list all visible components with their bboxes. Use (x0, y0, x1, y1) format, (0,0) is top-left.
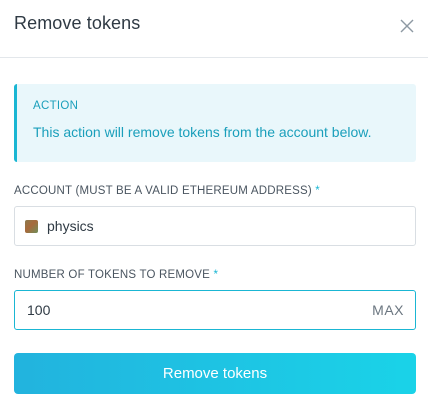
max-button[interactable]: MAX (372, 302, 404, 318)
account-label-text: ACCOUNT (MUST BE A VALID ETHEREUM ADDRES… (14, 185, 312, 197)
required-marker: * (213, 269, 219, 281)
tokens-field-label: NUMBER OF TOKENS TO REMOVE * (14, 269, 218, 281)
tokens-input[interactable]: 100 MAX (14, 290, 416, 330)
account-field[interactable]: physics (14, 206, 416, 246)
required-marker: * (315, 185, 320, 197)
tokens-value[interactable]: 100 (27, 302, 50, 318)
account-value[interactable]: physics (47, 218, 94, 234)
dialog-header: Remove tokens (0, 0, 428, 58)
callout-heading: ACTION (33, 100, 79, 112)
account-field-label: ACCOUNT (MUST BE A VALID ETHEREUM ADDRES… (14, 185, 320, 197)
dialog-title: Remove tokens (14, 13, 141, 33)
callout-message: This action will remove tokens from the … (33, 124, 372, 140)
avatar-icon (25, 220, 38, 233)
action-callout: ACTION This action will remove tokens fr… (14, 84, 416, 162)
tokens-label-text: NUMBER OF TOKENS TO REMOVE (14, 269, 211, 281)
remove-tokens-button[interactable]: Remove tokens (14, 353, 416, 394)
close-icon[interactable] (398, 17, 416, 35)
